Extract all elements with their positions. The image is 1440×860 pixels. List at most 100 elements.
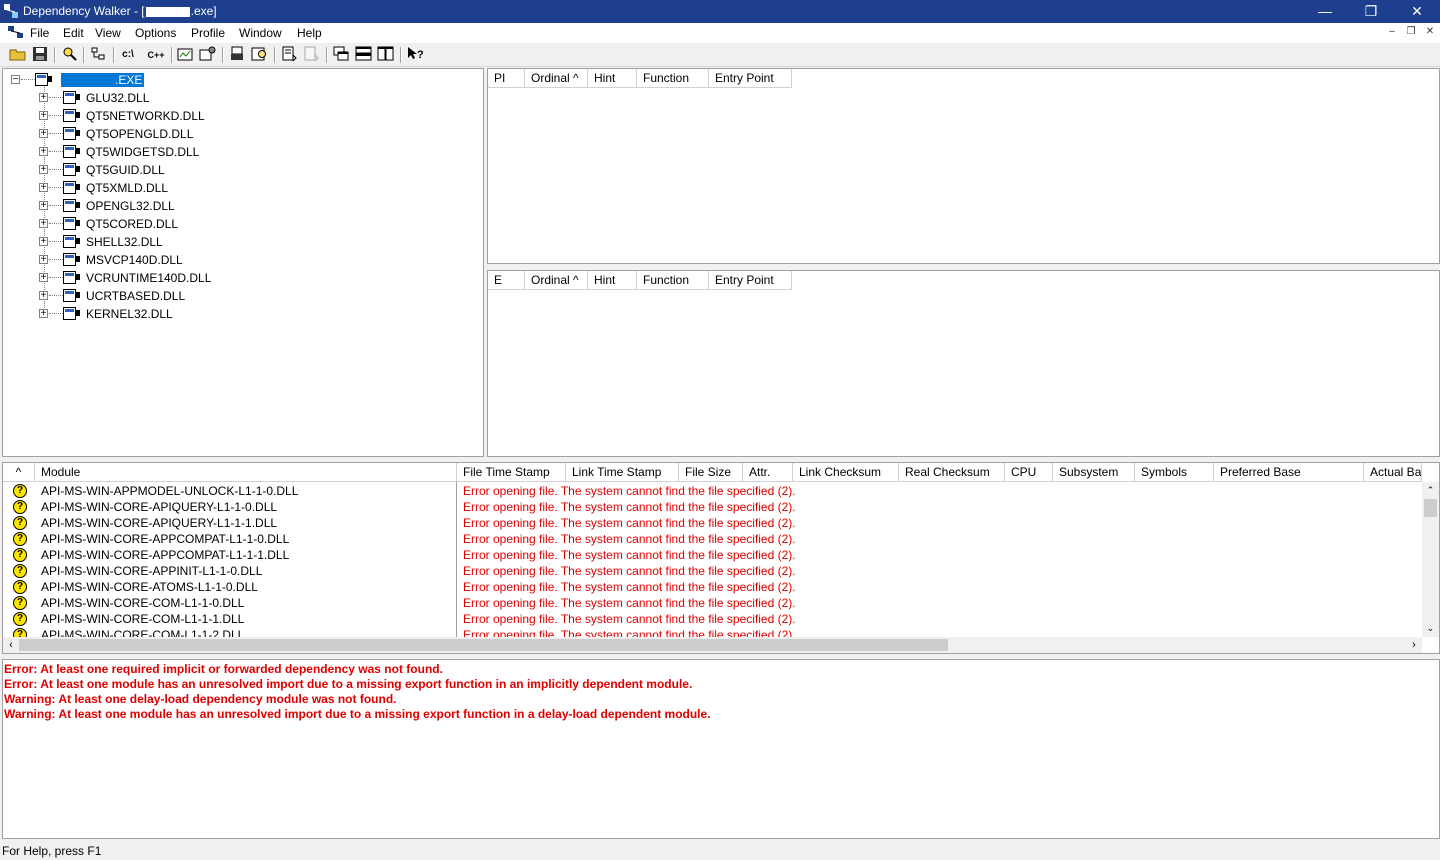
column-header-entry-point[interactable]: Entry Point <box>709 271 792 290</box>
tree-node-module[interactable]: + QT5XMLD.DLL <box>39 179 239 197</box>
tree-node-label[interactable]: QT5NETWORKD.DLL <box>86 109 205 123</box>
tree-node-module[interactable]: + OPENGL32.DLL <box>39 197 239 215</box>
log-view[interactable]: Error: At least one required implicit or… <box>2 659 1440 839</box>
table-row[interactable]: ? API-MS-WIN-CORE-APPCOMPAT-L1-1-0.DLL Err… <box>3 531 1423 547</box>
table-row[interactable]: ? API-MS-WIN-CORE-APPCOMPAT-L1-1-1.DLL Err… <box>3 547 1423 563</box>
table-row[interactable]: ? API-MS-WIN-CORE-COM-L1-1-2.DLL Error ope… <box>3 627 1423 637</box>
save-icon[interactable] <box>30 46 50 64</box>
column-header-pi[interactable]: PI <box>488 69 525 88</box>
tile-vertical-icon[interactable] <box>376 46 396 64</box>
tree-node-label[interactable]: OPENGL32.DLL <box>86 199 175 213</box>
menu-window[interactable]: Window <box>239 26 282 40</box>
column-header-link-checksum[interactable]: Link Checksum <box>793 463 899 482</box>
tree-node-label[interactable]: QT5OPENGLD.DLL <box>86 127 193 141</box>
undecorate-cpp-icon[interactable]: C++ <box>146 46 166 64</box>
scroll-up-icon[interactable]: ⌃ <box>1422 482 1439 499</box>
properties-icon[interactable] <box>198 46 218 64</box>
menu-edit[interactable]: Edit <box>63 26 84 40</box>
cascade-icon[interactable] <box>332 46 352 64</box>
copy-icon[interactable] <box>228 46 248 64</box>
context-help-icon[interactable]: ? <box>406 46 426 64</box>
title-bar[interactable]: Dependency Walker - [.exe] — ❐ ✕ <box>0 0 1440 23</box>
module-list[interactable]: ^ Module File Time Stamp Link Time Stamp… <box>2 462 1440 654</box>
tree-node-module[interactable]: + QT5CORED.DLL <box>39 215 239 233</box>
auto-expand-icon[interactable] <box>89 46 109 64</box>
scroll-right-icon[interactable]: › <box>1406 637 1422 653</box>
tree-node-label[interactable]: VCRUNTIME140D.DLL <box>86 271 211 285</box>
column-header-subsystem[interactable]: Subsystem <box>1053 463 1135 482</box>
column-header-attr[interactable]: Attr. <box>743 463 793 482</box>
tile-horizontal-icon[interactable] <box>354 46 374 64</box>
tree-node-module[interactable]: + SHELL32.DLL <box>39 233 239 251</box>
find-icon[interactable] <box>60 46 80 64</box>
scroll-down-icon[interactable]: ⌄ <box>1422 620 1439 637</box>
tree-node-module[interactable]: + MSVCP140D.DLL <box>39 251 239 269</box>
tree-node-module[interactable]: + QT5NETWORKD.DLL <box>39 107 239 125</box>
column-header-ordinal[interactable]: Ordinal ^ <box>525 271 588 290</box>
mdi-minimize-button[interactable]: – <box>1383 26 1401 40</box>
menu-options[interactable]: Options <box>135 26 176 40</box>
column-header-hint[interactable]: Hint <box>588 69 637 88</box>
clear-icon[interactable] <box>302 46 322 64</box>
table-row[interactable]: ? API-MS-WIN-CORE-APIQUERY-L1-1-1.DLL Erro… <box>3 515 1423 531</box>
column-header-real-checksum[interactable]: Real Checksum <box>899 463 1005 482</box>
menu-profile[interactable]: Profile <box>191 26 225 40</box>
expand-icon[interactable]: + <box>39 255 48 265</box>
table-row[interactable]: ? API-MS-WIN-CORE-COM-L1-1-1.DLL Error ope… <box>3 611 1423 627</box>
column-header-preferred-base[interactable]: Preferred Base <box>1214 463 1364 482</box>
document-icon[interactable] <box>8 26 24 39</box>
column-header-function[interactable]: Function <box>637 271 709 290</box>
search-icon[interactable] <box>250 46 270 64</box>
vertical-scrollbar[interactable]: ⌃ ⌄ <box>1422 482 1439 637</box>
mdi-close-button[interactable]: ✕ <box>1421 26 1439 40</box>
table-row[interactable]: ? API-MS-WIN-APPMODEL-UNLOCK-L1-1-0.DLL Er… <box>3 483 1423 499</box>
tree-node-label[interactable]: QT5CORED.DLL <box>86 217 178 231</box>
column-header-link-time-stamp[interactable]: Link Time Stamp <box>566 463 679 482</box>
tree-node-label[interactable]: QT5WIDGETSD.DLL <box>86 145 199 159</box>
expand-icon[interactable]: + <box>39 165 48 175</box>
expand-icon[interactable]: + <box>39 219 48 229</box>
table-row[interactable]: ? API-MS-WIN-CORE-COM-L1-1-0.DLL Error ope… <box>3 595 1423 611</box>
restore-button[interactable]: ❐ <box>1348 0 1394 23</box>
view-module-icon[interactable] <box>176 46 196 64</box>
tree-node-label[interactable]: UCRTBASED.DLL <box>86 289 185 303</box>
tree-node-module[interactable]: + KERNEL32.DLL <box>39 305 239 323</box>
tree-node-module[interactable]: + GLU32.DLL <box>39 89 239 107</box>
module-dependency-tree[interactable]: − .EXE + GLU32.DLL + QT5NETWORKD.DLL + QT5OPE… <box>2 68 484 457</box>
expand-icon[interactable]: + <box>39 183 48 193</box>
menu-view[interactable]: View <box>95 26 121 40</box>
tree-node-label[interactable]: SHELL32.DLL <box>86 235 163 249</box>
column-header-sort[interactable]: ^ <box>3 463 35 482</box>
column-header-e[interactable]: E <box>488 271 525 290</box>
minimize-button[interactable]: — <box>1302 0 1348 23</box>
expand-icon[interactable]: + <box>39 291 48 301</box>
close-button[interactable]: ✕ <box>1394 0 1440 23</box>
mdi-restore-button[interactable]: ❐ <box>1402 26 1420 40</box>
column-header-symbols[interactable]: Symbols <box>1135 463 1214 482</box>
column-header-file-time-stamp[interactable]: File Time Stamp <box>457 463 566 482</box>
menu-file[interactable]: File <box>30 26 49 40</box>
horizontal-scrollbar[interactable]: ‹ › <box>3 637 1422 653</box>
tree-root-label[interactable]: .EXE <box>61 73 145 87</box>
full-paths-icon[interactable]: c:\ <box>118 46 138 64</box>
column-header-file-size[interactable]: File Size <box>679 463 743 482</box>
tree-node-module[interactable]: + UCRTBASED.DLL <box>39 287 239 305</box>
tree-node-module[interactable]: + QT5GUID.DLL <box>39 161 239 179</box>
expand-icon[interactable]: + <box>39 309 48 319</box>
menu-help[interactable]: Help <box>297 26 322 40</box>
parent-imports-list[interactable]: PI Ordinal ^ Hint Function Entry Point <box>487 68 1440 264</box>
table-row[interactable]: ? API-MS-WIN-CORE-ATOMS-L1-1-0.DLL Error o… <box>3 579 1423 595</box>
tree-node-label[interactable]: MSVCP140D.DLL <box>86 253 183 267</box>
scroll-left-icon[interactable]: ‹ <box>3 637 19 653</box>
expand-icon[interactable]: + <box>39 273 48 283</box>
collapse-icon[interactable]: − <box>11 75 20 85</box>
exports-list[interactable]: E Ordinal ^ Hint Function Entry Point <box>487 270 1440 457</box>
expand-icon[interactable]: + <box>39 129 48 139</box>
table-row[interactable]: ? API-MS-WIN-CORE-APIQUERY-L1-1-0.DLL Erro… <box>3 499 1423 515</box>
expand-icon[interactable]: + <box>39 147 48 157</box>
tree-node-label[interactable]: QT5GUID.DLL <box>86 163 165 177</box>
column-header-cpu[interactable]: CPU <box>1005 463 1053 482</box>
open-icon[interactable] <box>8 46 28 64</box>
vertical-scroll-thumb[interactable] <box>1424 499 1437 517</box>
tree-node-label[interactable]: KERNEL32.DLL <box>86 307 173 321</box>
